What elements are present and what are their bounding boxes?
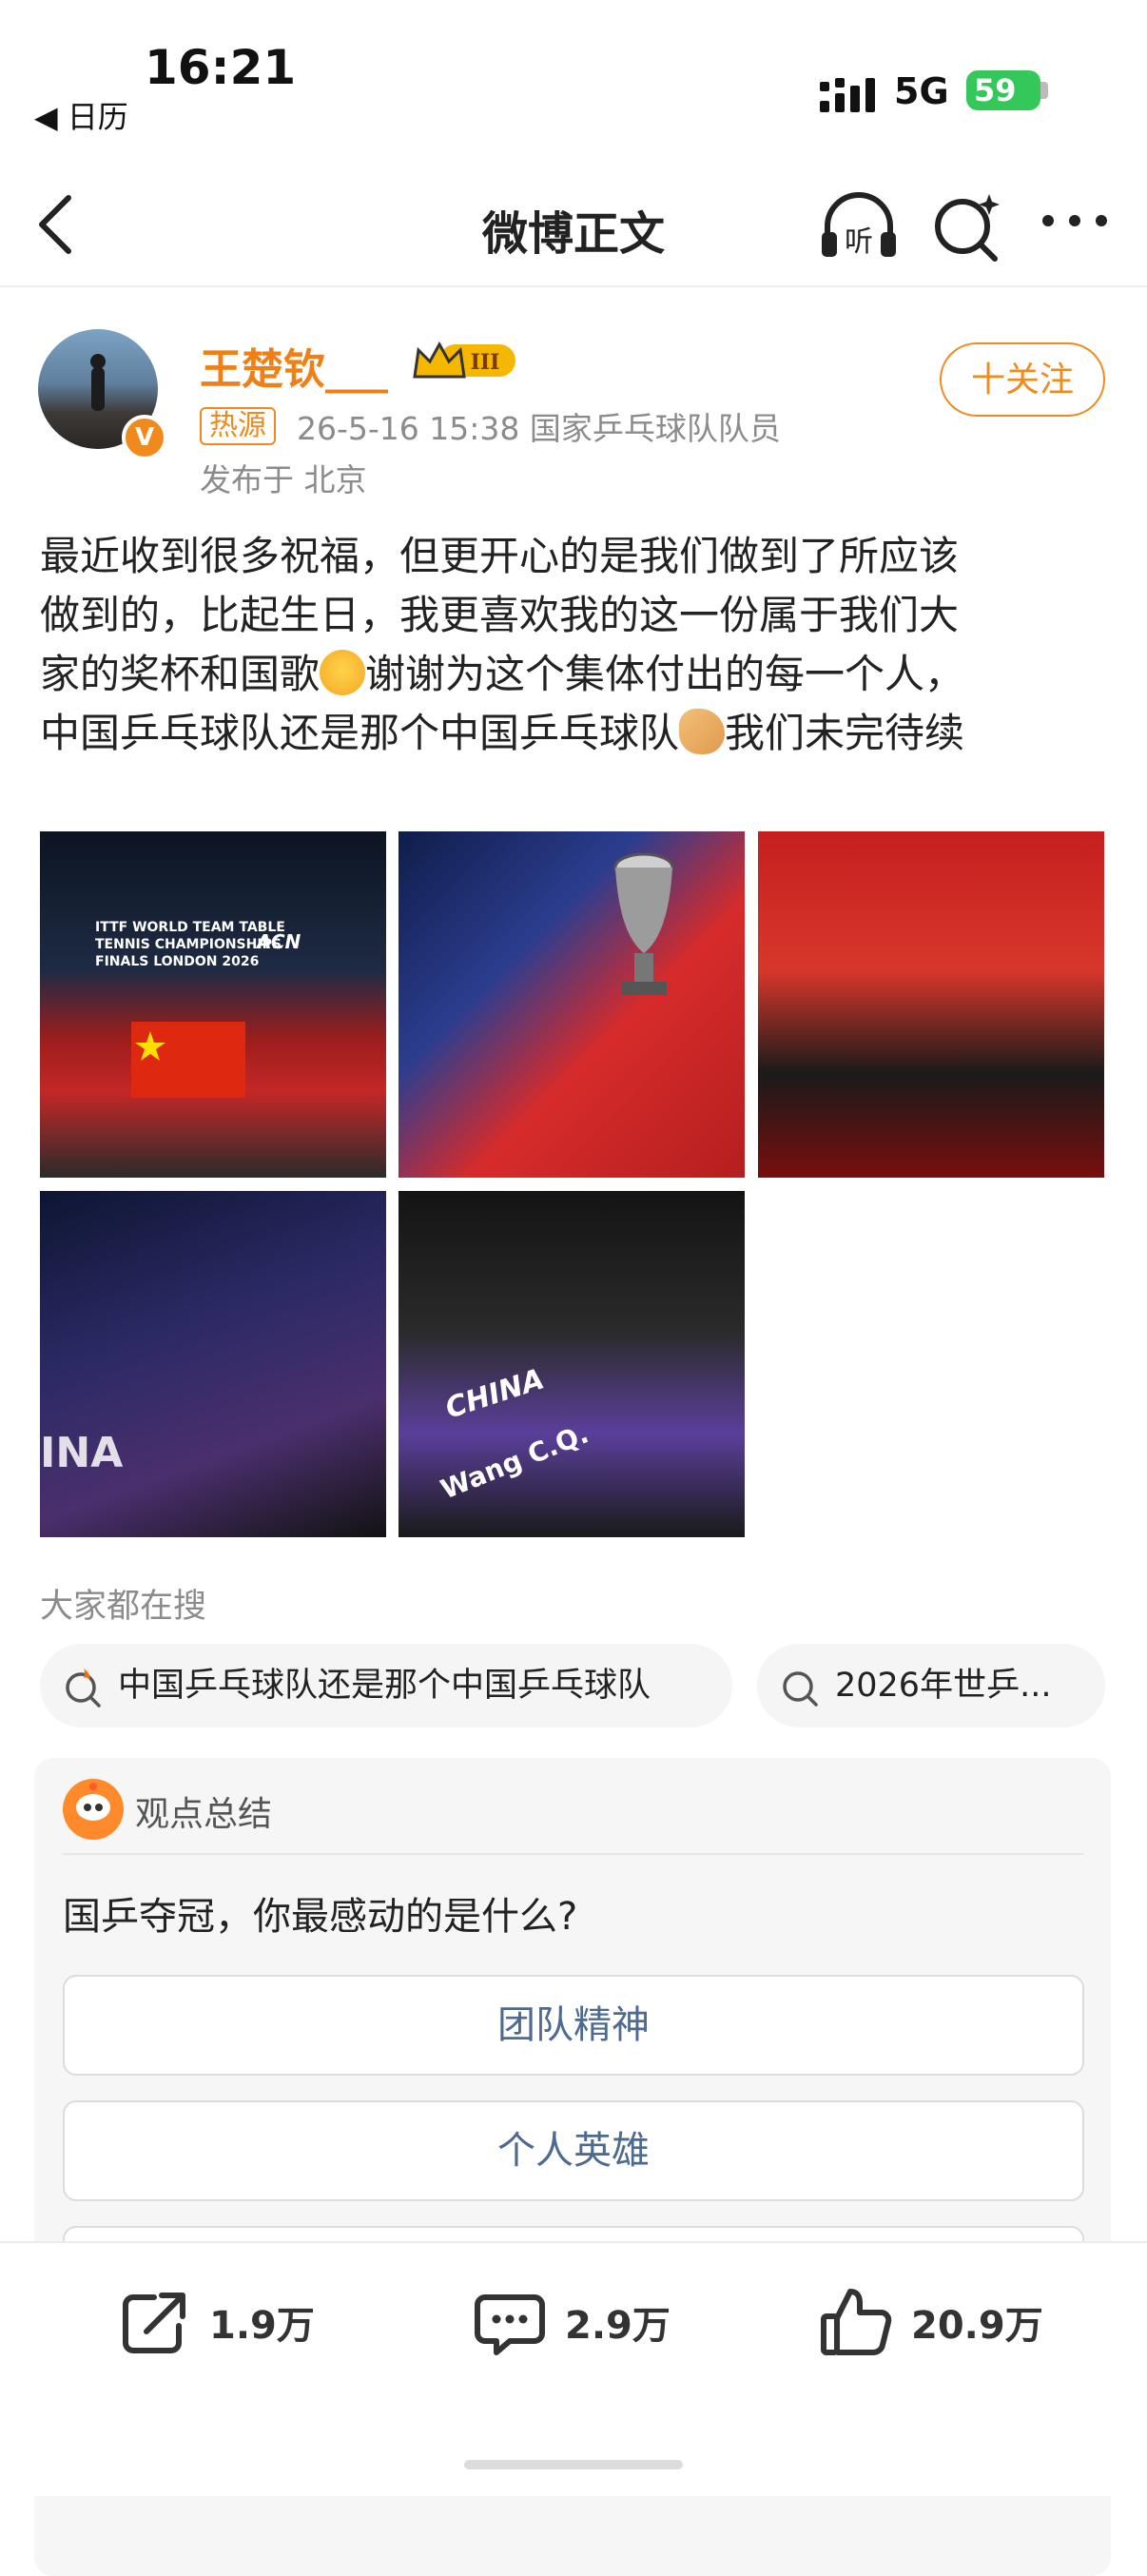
hot-search-icon bbox=[66, 1669, 101, 1708]
search-icon bbox=[783, 1671, 818, 1707]
flexed-bicep-emoji-icon bbox=[679, 709, 726, 754]
post-image-3[interactable] bbox=[758, 831, 1104, 1178]
comment-icon bbox=[475, 2294, 545, 2355]
repost-button[interactable]: 1.9万 bbox=[116, 2279, 315, 2365]
post-text-line: 中国乒乓球队还是那个中国乒乓球队 我们未完待续 bbox=[40, 704, 1115, 763]
post-meta: 26-5-16 15:38 国家乒乓球队队员 bbox=[297, 410, 781, 447]
repost-count: 1.9万 bbox=[209, 2304, 315, 2348]
post-text-line: 最近收到很多祝福，但更开心的是我们做到了所应该 bbox=[40, 533, 960, 579]
verified-badge: V bbox=[122, 415, 167, 460]
nav-divider bbox=[0, 285, 1147, 287]
jersey-text-country: CHINA bbox=[441, 1362, 549, 1426]
follow-button[interactable]: 十关注 bbox=[940, 342, 1105, 417]
trending-chip-label: 2026年世乒... bbox=[835, 1667, 1052, 1705]
comment-count: 2.9万 bbox=[565, 2304, 671, 2348]
thumbs-up-icon bbox=[821, 2289, 892, 2355]
trending-chip-label: 中国乒乓球队还是那个中国乒乓球队 bbox=[118, 1667, 651, 1705]
post-text-segment: 我们未完待续 bbox=[725, 710, 965, 756]
repost-icon bbox=[123, 2293, 185, 2353]
card-title: 观点总结 bbox=[135, 1795, 273, 1834]
post-image-2[interactable] bbox=[399, 831, 745, 1178]
chinese-flag-icon bbox=[131, 1022, 245, 1098]
trending-chip[interactable]: 2026年世乒... bbox=[757, 1644, 1105, 1727]
like-count: 20.9万 bbox=[911, 2304, 1043, 2348]
comment-button[interactable]: 2.9万 bbox=[472, 2279, 671, 2365]
post-text-line: 做到的，比起生日，我更喜欢我的这一份属于我们大 bbox=[40, 592, 960, 638]
poll-option[interactable]: 个人英雄 bbox=[63, 2100, 1084, 2201]
jersey-text-name: Wang C.Q. bbox=[436, 1417, 593, 1506]
poll-question: 国乒夺冠，你最感动的是什么? bbox=[63, 1895, 578, 1939]
trending-chip[interactable]: 中国乒乓球队还是那个中国乒乓球队 bbox=[40, 1644, 732, 1727]
post-text-line: 家的奖杯和国歌 谢谢为这个集体付出的每一个人， bbox=[40, 645, 1115, 704]
more-options-icon[interactable] bbox=[1037, 190, 1113, 247]
status-time: 16:21 bbox=[145, 40, 297, 95]
image-background-text: INA bbox=[40, 1429, 124, 1477]
post-text: 最近收到很多祝福，但更开心的是我们做到了所应该 做到的，比起生日，我更喜欢我的这… bbox=[40, 527, 1115, 763]
search-icon[interactable] bbox=[930, 188, 1006, 264]
post-image-1[interactable]: ITTF WORLD TEAM TABLE TENNIS CHAMPIONSHI… bbox=[40, 831, 386, 1178]
listen-label: 听 bbox=[845, 225, 873, 259]
card-divider bbox=[63, 1853, 1084, 1855]
post-location: 发布于 北京 bbox=[200, 461, 367, 498]
post-image-5[interactable]: CHINA Wang C.Q. bbox=[399, 1191, 745, 1537]
network-type: 5G bbox=[894, 70, 949, 112]
excited-emoji-icon bbox=[320, 650, 366, 695]
post-text-segment: 中国乒乓球队还是那个中国乒乓球队 bbox=[40, 710, 680, 756]
listen-headphones-icon[interactable]: 听 bbox=[816, 188, 902, 264]
battery-icon: 59 bbox=[966, 70, 1040, 110]
trophy-icon bbox=[613, 852, 674, 995]
poll-option[interactable]: 团队精神 bbox=[63, 1975, 1084, 2076]
home-indicator bbox=[464, 2460, 683, 2469]
signal-icon bbox=[820, 78, 875, 112]
post-text-segment: 谢谢为这个集体付出的每一个人， bbox=[365, 651, 965, 697]
hot-source-badge: 热源 bbox=[200, 407, 276, 445]
battery-level: 59 bbox=[974, 72, 1017, 108]
like-button[interactable]: 20.9万 bbox=[818, 2279, 1043, 2365]
vip-level: III bbox=[471, 350, 500, 375]
robot-mascot-icon bbox=[63, 1779, 124, 1840]
post-text-segment: 家的奖杯和国歌 bbox=[40, 651, 321, 697]
image-sponsor-text: ACN bbox=[257, 930, 301, 953]
back-to-app-link[interactable]: ◀ 日历 bbox=[34, 93, 128, 137]
post-image-4[interactable]: INA bbox=[40, 1191, 386, 1537]
vip-crown-badge-icon: III bbox=[413, 341, 515, 379]
author-name[interactable]: 王楚钦___ bbox=[200, 335, 388, 396]
trending-title: 大家都在搜 bbox=[40, 1588, 207, 1626]
battery-tip bbox=[1040, 82, 1048, 99]
